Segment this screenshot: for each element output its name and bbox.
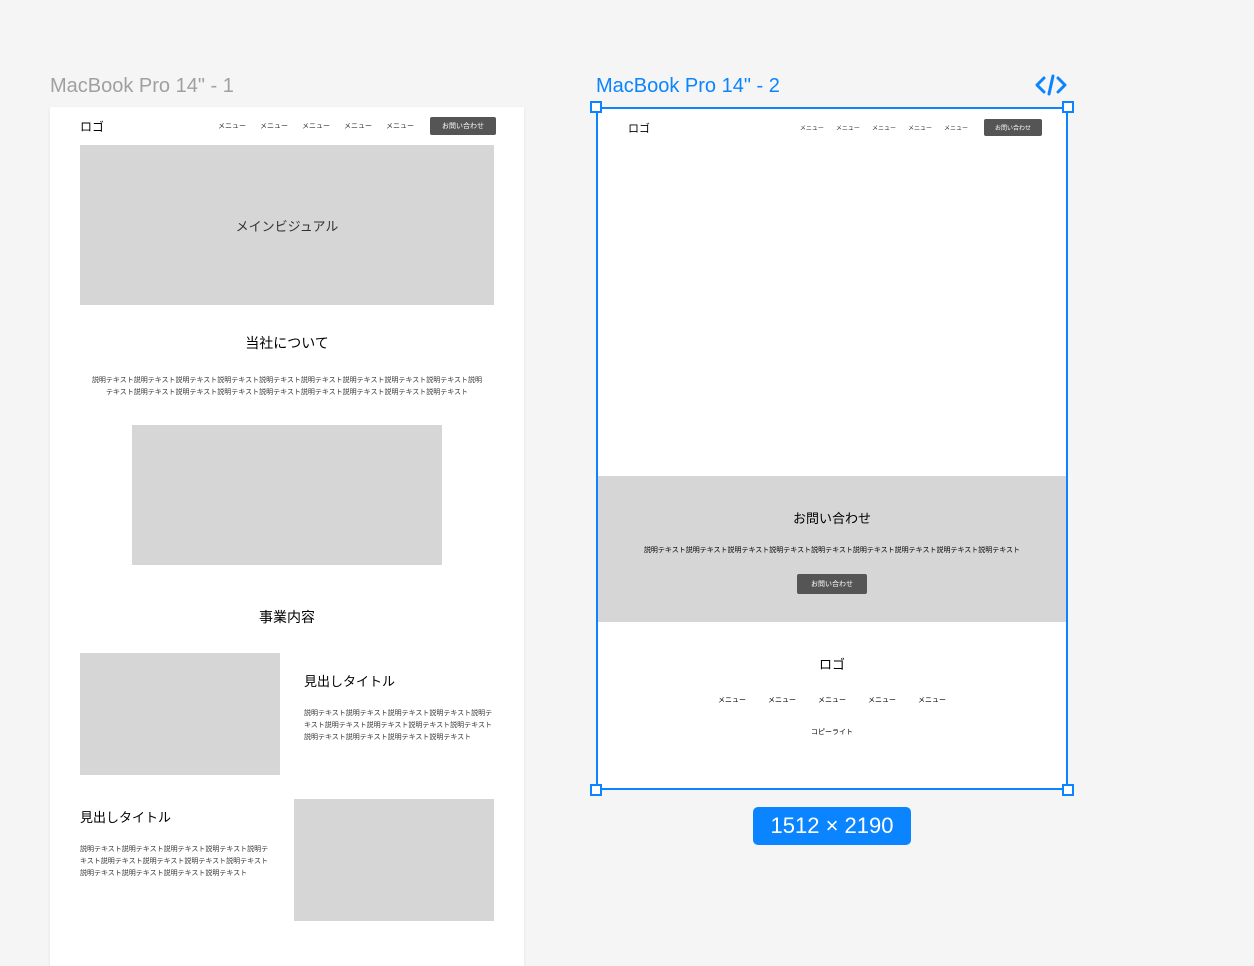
selection-handle-bottom-right[interactable] (1062, 784, 1074, 796)
business-item-body: 説明テキスト説明テキスト説明テキスト説明テキスト説明テキスト説明テキスト説明テキ… (80, 844, 270, 880)
header-logo[interactable]: ロゴ (628, 120, 650, 136)
about-title: 当社について (90, 333, 484, 353)
business-item-heading: 見出しタイトル (304, 671, 494, 690)
header-nav-item[interactable]: メニュー (386, 121, 414, 131)
cta-body: 説明テキスト説明テキスト説明テキスト説明テキスト説明テキスト説明テキスト説明テキ… (638, 545, 1026, 557)
header-nav-item[interactable]: メニュー (872, 123, 896, 132)
selection-dimensions-label: 1512 × 2190 (753, 807, 912, 845)
header-nav-item[interactable]: メニュー (260, 121, 288, 131)
business-image-placeholder[interactable] (294, 799, 494, 921)
frame-2-selection[interactable]: ロゴ メニュー メニュー メニュー メニュー メニュー お問い合わせ お問い合わ… (596, 107, 1068, 790)
main-visual-placeholder[interactable]: メインビジュアル (80, 145, 494, 305)
main-visual-label: メインビジュアル (236, 216, 339, 235)
about-body: 説明テキスト説明テキスト説明テキスト説明テキスト説明テキスト説明テキスト説明テキ… (90, 375, 484, 399)
empty-content-area (598, 146, 1066, 476)
header-nav: メニュー メニュー メニュー メニュー メニュー (800, 123, 968, 132)
header-logo[interactable]: ロゴ (80, 118, 104, 135)
header-nav-item[interactable]: メニュー (944, 123, 968, 132)
business-item-body: 説明テキスト説明テキスト説明テキスト説明テキスト説明テキスト説明テキスト説明テキ… (304, 708, 494, 744)
header-nav-item[interactable]: メニュー (908, 123, 932, 132)
footer-copyright: コピーライト (638, 727, 1026, 737)
business-item: 見出しタイトル 説明テキスト説明テキスト説明テキスト説明テキスト説明テキスト説明… (50, 799, 524, 921)
selection-handle-bottom-left[interactable] (590, 784, 602, 796)
header-nav-item[interactable]: メニュー (800, 123, 824, 132)
footer-nav-item[interactable]: メニュー (818, 695, 846, 705)
footer-logo[interactable]: ロゴ (638, 654, 1026, 673)
business-title: 事業内容 (50, 607, 524, 627)
business-item-heading: 見出しタイトル (80, 807, 270, 826)
header-nav: メニュー メニュー メニュー メニュー メニュー (218, 121, 414, 131)
header-nav-item[interactable]: メニュー (344, 121, 372, 131)
footer: ロゴ メニュー メニュー メニュー メニュー メニュー コピーライト (598, 622, 1066, 769)
frame-2-label[interactable]: MacBook Pro 14" - 2 (596, 75, 780, 98)
header-contact-button[interactable]: お問い合わせ (430, 117, 496, 135)
footer-nav: メニュー メニュー メニュー メニュー メニュー (638, 695, 1026, 705)
footer-nav-item[interactable]: メニュー (768, 695, 796, 705)
dev-mode-icon[interactable] (1035, 73, 1067, 102)
header-nav-item[interactable]: メニュー (302, 121, 330, 131)
business-image-placeholder[interactable] (80, 653, 280, 775)
footer-nav-item[interactable]: メニュー (718, 695, 746, 705)
frame-1-label[interactable]: MacBook Pro 14" - 1 (50, 75, 234, 98)
business-item: 見出しタイトル 説明テキスト説明テキスト説明テキスト説明テキスト説明テキスト説明… (50, 653, 524, 775)
frame-macbook-pro-14-1[interactable]: ロゴ メニュー メニュー メニュー メニュー メニュー お問い合わせ メインビジ… (50, 107, 524, 966)
header: ロゴ メニュー メニュー メニュー メニュー メニュー お問い合わせ (50, 107, 524, 145)
footer-nav-item[interactable]: メニュー (918, 695, 946, 705)
contact-cta-section: お問い合わせ 説明テキスト説明テキスト説明テキスト説明テキスト説明テキスト説明テ… (598, 476, 1066, 622)
design-canvas[interactable]: MacBook Pro 14" - 1 MacBook Pro 14" - 2 … (0, 0, 1254, 966)
selection-handle-top-right[interactable] (1062, 101, 1074, 113)
about-image-placeholder[interactable] (132, 425, 442, 565)
header: ロゴ メニュー メニュー メニュー メニュー メニュー お問い合わせ (598, 109, 1066, 146)
header-nav-item[interactable]: メニュー (218, 121, 246, 131)
frame-macbook-pro-14-2[interactable]: ロゴ メニュー メニュー メニュー メニュー メニュー お問い合わせ お問い合わ… (596, 107, 1068, 790)
header-contact-button[interactable]: お問い合わせ (984, 119, 1042, 136)
cta-title: お問い合わせ (638, 508, 1026, 527)
header-nav-item[interactable]: メニュー (836, 123, 860, 132)
cta-contact-button[interactable]: お問い合わせ (797, 574, 867, 594)
selection-handle-top-left[interactable] (590, 101, 602, 113)
about-section: 当社について 説明テキスト説明テキスト説明テキスト説明テキスト説明テキスト説明テ… (50, 305, 524, 565)
footer-nav-item[interactable]: メニュー (868, 695, 896, 705)
